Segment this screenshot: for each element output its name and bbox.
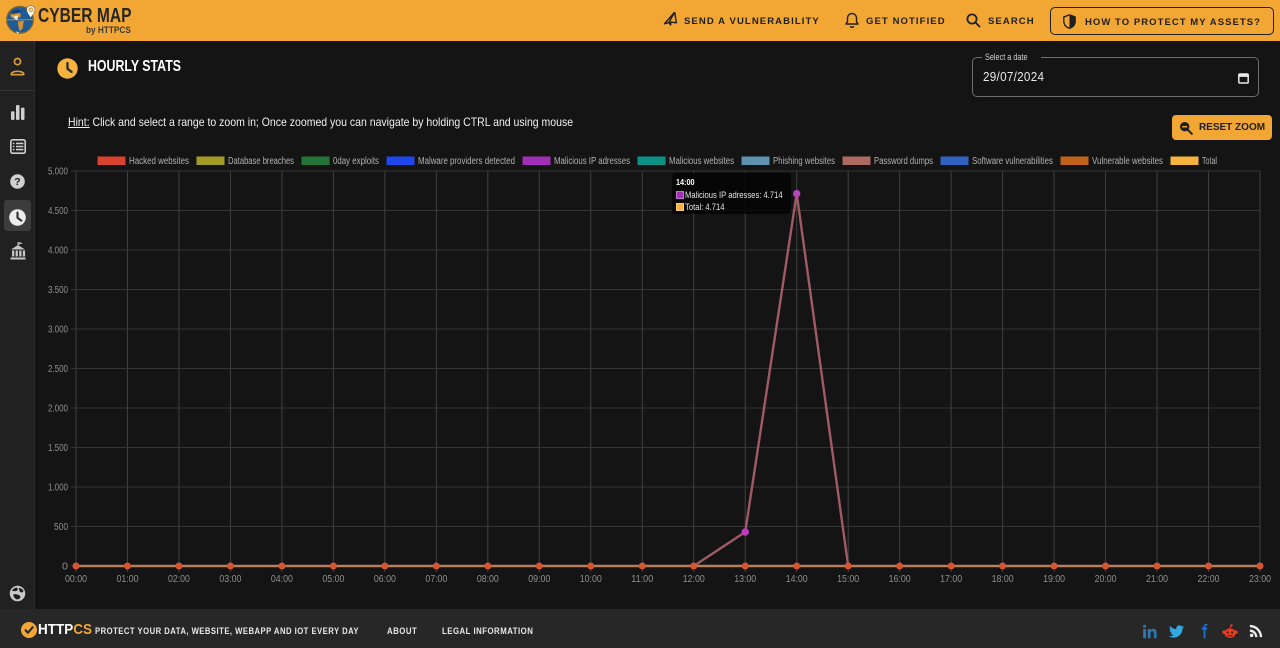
svg-text:Vulnerable websites: Vulnerable websites bbox=[1092, 156, 1163, 167]
svg-text:05:00: 05:00 bbox=[322, 574, 344, 585]
svg-text:0: 0 bbox=[62, 562, 68, 573]
svg-text:Password dumps: Password dumps bbox=[874, 156, 933, 167]
svg-text:04:00: 04:00 bbox=[271, 574, 293, 585]
svg-text:Database breaches: Database breaches bbox=[228, 156, 294, 167]
svg-text:Malicious websites: Malicious websites bbox=[669, 156, 734, 167]
svg-text:07:00: 07:00 bbox=[425, 574, 447, 585]
svg-text:11:00: 11:00 bbox=[631, 574, 653, 585]
svg-text:13:00: 13:00 bbox=[734, 574, 756, 585]
svg-text:Total: Total bbox=[1202, 156, 1217, 167]
svg-text:19:00: 19:00 bbox=[1043, 574, 1065, 585]
svg-text:Malware providers detected: Malware providers detected bbox=[418, 156, 515, 167]
svg-text:09:00: 09:00 bbox=[528, 574, 550, 585]
svg-text:14:00: 14:00 bbox=[786, 574, 808, 585]
svg-text:4.500: 4.500 bbox=[48, 206, 68, 217]
svg-text:22:00: 22:00 bbox=[1198, 574, 1220, 585]
svg-text:02:00: 02:00 bbox=[168, 574, 190, 585]
svg-text:1.000: 1.000 bbox=[48, 483, 68, 494]
svg-text:Software vulnerabilities: Software vulnerabilities bbox=[972, 156, 1053, 167]
svg-text:500: 500 bbox=[54, 522, 68, 533]
svg-text:21:00: 21:00 bbox=[1146, 574, 1168, 585]
svg-text:01:00: 01:00 bbox=[116, 574, 138, 585]
svg-text:Hacked websites: Hacked websites bbox=[129, 156, 189, 167]
svg-text:2.000: 2.000 bbox=[48, 404, 68, 415]
svg-text:17:00: 17:00 bbox=[940, 574, 962, 585]
svg-text:18:00: 18:00 bbox=[992, 574, 1014, 585]
svg-text:1.500: 1.500 bbox=[48, 443, 68, 454]
svg-text:Malicious IP adresses: Malicious IP adresses bbox=[554, 156, 630, 167]
svg-text:4.000: 4.000 bbox=[48, 246, 68, 257]
svg-text:20:00: 20:00 bbox=[1095, 574, 1117, 585]
svg-text:23:00: 23:00 bbox=[1249, 574, 1271, 585]
svg-text:?: ? bbox=[14, 176, 20, 188]
svg-text:16:00: 16:00 bbox=[889, 574, 911, 585]
svg-text:3.000: 3.000 bbox=[48, 325, 68, 336]
svg-text:06:00: 06:00 bbox=[374, 574, 396, 585]
svg-text:Phishing websites: Phishing websites bbox=[773, 156, 835, 167]
svg-text:2.500: 2.500 bbox=[48, 364, 68, 375]
svg-text:10:00: 10:00 bbox=[580, 574, 602, 585]
svg-text:5.000: 5.000 bbox=[48, 167, 68, 178]
svg-text:08:00: 08:00 bbox=[477, 574, 499, 585]
svg-text:3.500: 3.500 bbox=[48, 285, 68, 296]
svg-text:12:00: 12:00 bbox=[683, 574, 705, 585]
svg-text:00:00: 00:00 bbox=[65, 574, 87, 585]
svg-text:0day exploits: 0day exploits bbox=[333, 156, 379, 167]
svg-text:15:00: 15:00 bbox=[837, 574, 859, 585]
svg-text:03:00: 03:00 bbox=[219, 574, 241, 585]
